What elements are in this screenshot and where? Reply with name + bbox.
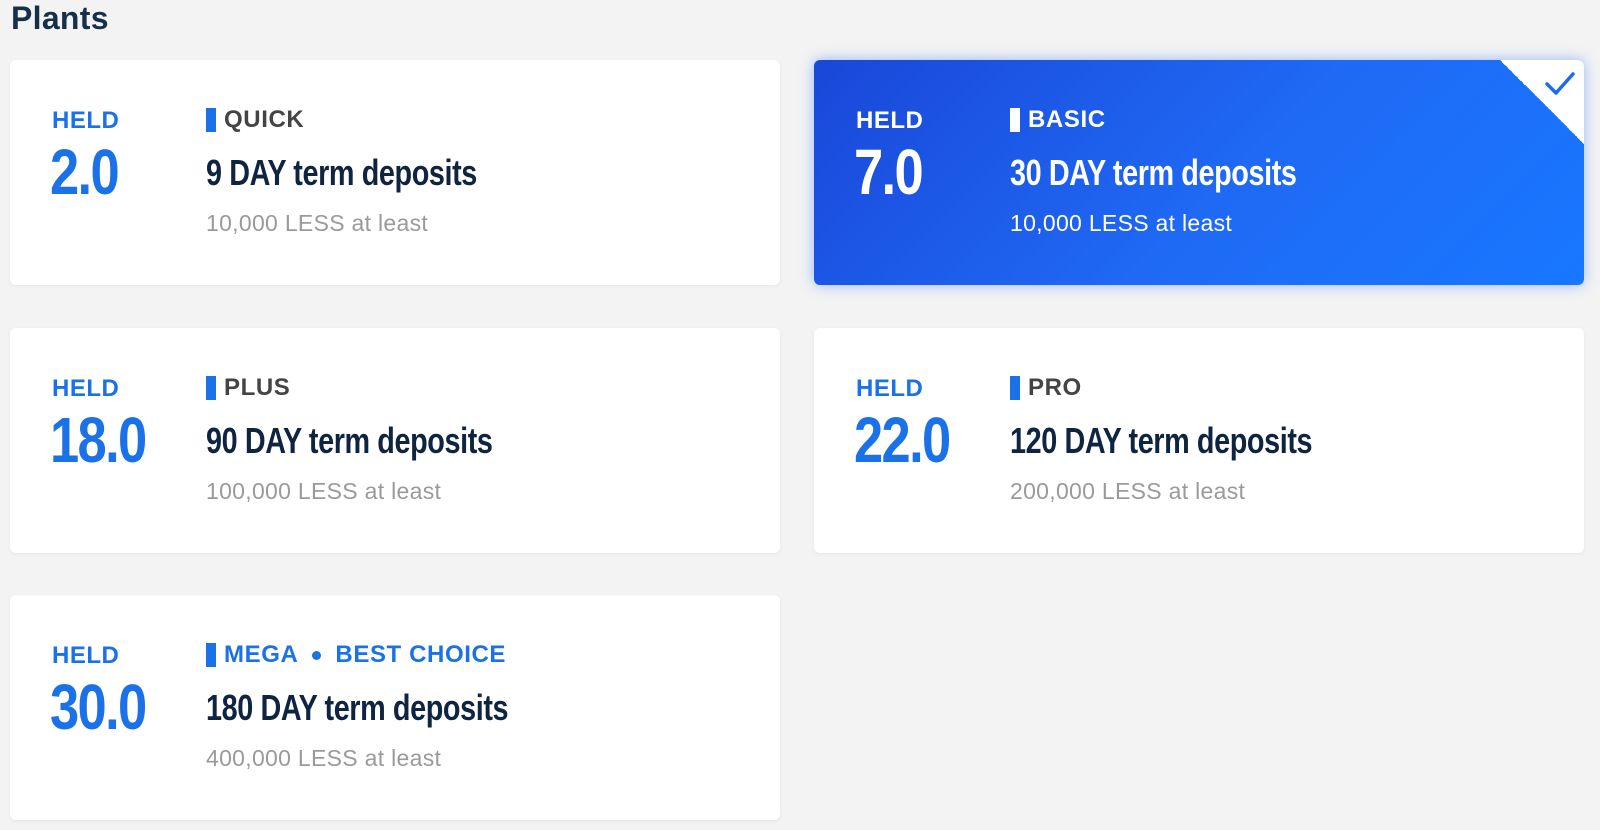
held-value: 22.0 [854, 404, 951, 476]
plan-term: 180 DAY term deposits [206, 687, 509, 728]
checkmark-icon [1545, 72, 1575, 95]
plan-card-quick[interactable]: HELD 2.0 QUICK 9 DAY term deposits 10,00… [10, 60, 780, 285]
tier-name: PRO [1028, 374, 1082, 401]
held-label: HELD [52, 642, 120, 669]
tier-marker [206, 643, 216, 667]
plan-minimum: 400,000 LESS at least [206, 745, 442, 771]
held-value: 18.0 [50, 404, 147, 476]
plan-minimum: 200,000 LESS at least [1010, 478, 1246, 504]
plan-term: 30 DAY term deposits [1010, 152, 1297, 193]
plan-tier: BASIC [1010, 106, 1106, 134]
plan-minimum: 100,000 LESS at least [206, 478, 442, 504]
tier-name: MEGA [224, 641, 299, 668]
plan-card-plus[interactable]: HELD 18.0 PLUS 90 DAY term deposits 100,… [10, 328, 780, 553]
plan-term: 90 DAY term deposits [206, 420, 493, 461]
tier-marker [206, 376, 216, 400]
tier-name: BASIC [1028, 106, 1106, 133]
page-title: Plants [11, 0, 109, 36]
plan-minimum: 10,000 LESS at least [1010, 210, 1233, 236]
plan-tier: MEGA BEST CHOICE [206, 641, 506, 669]
held-label: HELD [856, 375, 924, 402]
held-label: HELD [52, 375, 120, 402]
held-value: 30.0 [50, 671, 147, 743]
tier-name: QUICK [224, 106, 305, 133]
held-value: 7.0 [854, 136, 924, 208]
plan-term: 9 DAY term deposits [206, 152, 477, 193]
tier-name: PLUS [224, 374, 291, 401]
tier-marker [206, 108, 216, 132]
plan-tier: QUICK [206, 106, 304, 134]
tier-marker [1010, 376, 1020, 400]
separator-dot [312, 650, 322, 660]
plan-card-basic[interactable]: HELD 7.0 BASIC 30 DAY term deposits 10,0… [814, 60, 1584, 285]
plan-card-pro[interactable]: HELD 22.0 PRO 120 DAY term deposits 200,… [814, 328, 1584, 553]
plan-term: 120 DAY term deposits [1010, 420, 1313, 461]
held-label: HELD [856, 107, 924, 134]
plan-tier: PRO [1010, 374, 1082, 402]
tier-marker [1010, 108, 1020, 132]
plan-card-mega[interactable]: HELD 30.0 MEGA BEST CHOICE 180 DAY term … [10, 595, 780, 820]
plan-tier: PLUS [206, 374, 290, 402]
best-choice-tag: BEST CHOICE [335, 641, 507, 668]
selected-corner [1500, 60, 1584, 144]
held-value: 2.0 [50, 136, 120, 208]
held-label: HELD [52, 107, 120, 134]
plan-minimum: 10,000 LESS at least [206, 210, 429, 236]
plans-page: Plants HELD 2.0 QUICK 9 DAY term deposit… [0, 0, 1600, 830]
